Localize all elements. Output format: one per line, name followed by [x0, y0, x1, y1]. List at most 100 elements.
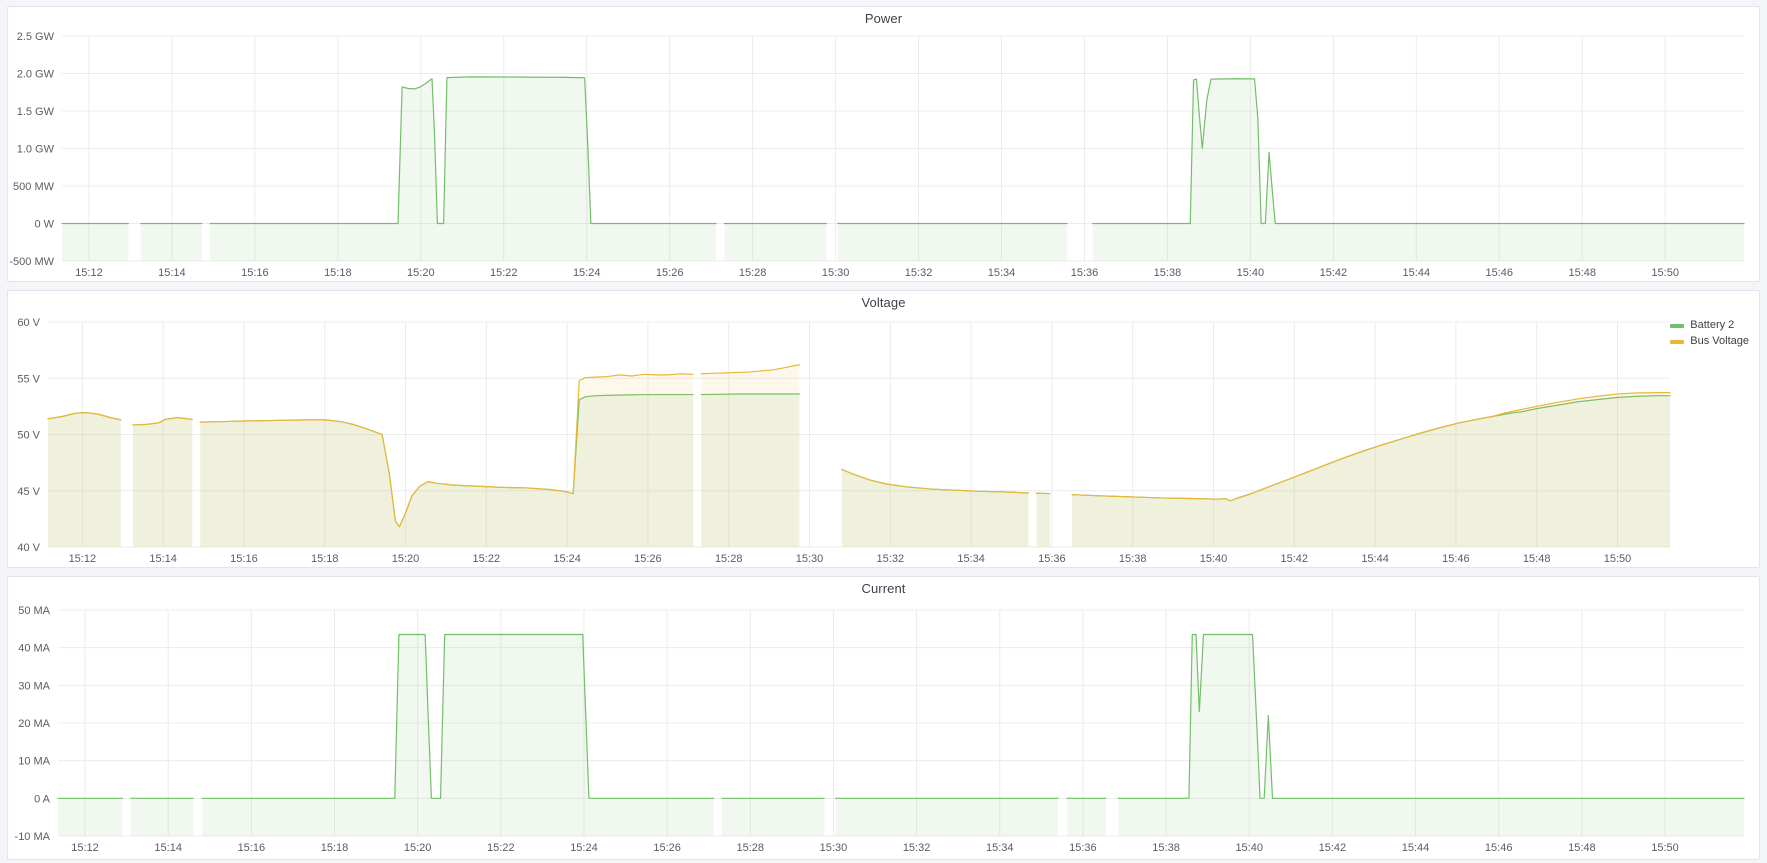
- x-tick-label: 15:38: [1119, 553, 1147, 565]
- y-tick-label: 0 A: [34, 793, 51, 805]
- x-tick-label: 15:46: [1485, 842, 1513, 854]
- y-tick-label: -10 MA: [15, 831, 51, 843]
- x-tick-label: 15:48: [1568, 267, 1596, 279]
- x-tick-label: 15:22: [473, 553, 501, 565]
- series-area-bus-voltage: [133, 418, 192, 547]
- y-tick-label: 10 MA: [18, 756, 50, 768]
- series-area-bus-voltage: [200, 374, 693, 547]
- y-tick-label: 2.5 GW: [17, 31, 55, 43]
- x-tick-label: 15:48: [1568, 842, 1596, 854]
- x-tick-label: 15:50: [1651, 267, 1679, 279]
- x-tick-label: 15:14: [158, 267, 186, 279]
- x-tick-label: 15:32: [877, 553, 905, 565]
- series-area-bus-voltage: [842, 469, 1029, 547]
- x-tick-label: 15:36: [1069, 842, 1097, 854]
- y-tick-label: 2.0 GW: [17, 69, 55, 81]
- series-area-bus-voltage: [701, 365, 799, 547]
- legend-swatch: [1670, 324, 1684, 328]
- current-chart[interactable]: 50 MA40 MA30 MA20 MA10 MA0 A-10 MA15:121…: [8, 599, 1759, 861]
- y-tick-label: 50 V: [17, 430, 40, 442]
- y-tick-label: 1.5 GW: [17, 106, 55, 118]
- series-area-power: [210, 77, 716, 261]
- y-tick-label: 40 MA: [18, 643, 50, 655]
- series-area-current: [1067, 798, 1106, 836]
- x-tick-label: 15:24: [570, 842, 598, 854]
- x-tick-label: 15:16: [230, 553, 258, 565]
- y-tick-label: 50 MA: [18, 605, 50, 617]
- x-tick-label: 15:32: [905, 267, 933, 279]
- power-chart[interactable]: 2.5 GW 2.0 GW 1.5 GW 1.0 GW 500 MW 0 W -500 MW…: [8, 29, 1759, 283]
- y-tick-label: 60 V: [17, 317, 40, 329]
- x-tick-label: 15:40: [1237, 267, 1265, 279]
- x-tick-label: 15:18: [311, 553, 339, 565]
- panel-voltage: Voltage 60 V55 V50 V45 V40 V15:1215:1415…: [7, 290, 1760, 568]
- x-tick-label: 15:12: [69, 553, 97, 565]
- power-plot[interactable]: 2.5 GW 2.0 GW 1.5 GW 1.0 GW 500 MW 0 W -500 MW…: [8, 29, 1759, 283]
- x-tick-label: 15:16: [241, 267, 269, 279]
- x-tick-label: 15:20: [407, 267, 435, 279]
- x-tick-label: 15:44: [1402, 842, 1430, 854]
- series-area-current: [202, 634, 713, 836]
- x-tick-label: 15:28: [715, 553, 743, 565]
- x-tick-label: 15:36: [1071, 267, 1099, 279]
- x-tick-label: 15:20: [392, 553, 420, 565]
- legend-swatch: [1670, 340, 1684, 344]
- x-tick-label: 15:30: [822, 267, 850, 279]
- series-area-current: [722, 798, 824, 836]
- y-tick-label: 1.0 GW: [17, 144, 55, 156]
- y-tick-label: 500 MW: [13, 181, 55, 193]
- x-tick-label: 15:28: [739, 267, 767, 279]
- series-area-power: [1093, 79, 1744, 261]
- x-tick-label: 15:20: [404, 842, 432, 854]
- series-area-current: [836, 798, 1058, 836]
- x-tick-label: 15:34: [957, 553, 985, 565]
- panel-current: Current 50 MA40 MA30 MA20 MA10 MA0 A-10 …: [7, 576, 1760, 860]
- y-tick-label: -500 MW: [9, 256, 54, 268]
- x-tick-label: 15:44: [1403, 267, 1431, 279]
- x-tick-label: 15:26: [634, 553, 662, 565]
- voltage-chart[interactable]: 60 V55 V50 V45 V40 V15:1215:1415:1615:18…: [8, 313, 1759, 569]
- x-tick-label: 15:12: [75, 267, 103, 279]
- x-tick-label: 15:50: [1604, 553, 1632, 565]
- series-area-bus-voltage: [1037, 493, 1050, 547]
- legend-label: Battery 2: [1690, 319, 1734, 332]
- legend-label: Bus Voltage: [1690, 335, 1749, 348]
- y-tick-label: 55 V: [17, 373, 40, 385]
- series-line-power: [1093, 79, 1744, 224]
- x-tick-label: 15:50: [1651, 842, 1679, 854]
- panel-title-voltage[interactable]: Voltage: [8, 291, 1759, 313]
- panel-title-power[interactable]: Power: [8, 7, 1759, 29]
- x-tick-label: 15:36: [1038, 553, 1066, 565]
- series-area-current: [131, 798, 193, 836]
- x-tick-label: 15:42: [1319, 842, 1347, 854]
- x-tick-label: 15:38: [1152, 842, 1180, 854]
- x-tick-label: 15:24: [553, 553, 581, 565]
- x-tick-label: 15:42: [1281, 553, 1309, 565]
- current-plot[interactable]: 50 MA40 MA30 MA20 MA10 MA0 A-10 MA15:121…: [8, 599, 1759, 861]
- x-tick-label: 15:12: [71, 842, 99, 854]
- series-area-power: [838, 224, 1067, 262]
- series-area-current: [1118, 634, 1744, 836]
- panel-power: Power 2.5 GW 2.0 GW 1.5 GW 1.0 GW 500 MW 0 W -…: [7, 6, 1760, 282]
- series-area-bus-voltage: [1072, 393, 1670, 547]
- y-tick-label: 20 MA: [18, 718, 50, 730]
- x-tick-label: 15:28: [737, 842, 765, 854]
- voltage-plot[interactable]: 60 V55 V50 V45 V40 V15:1215:1415:1615:18…: [8, 313, 1759, 569]
- x-tick-label: 15:40: [1235, 842, 1263, 854]
- series-area-power: [724, 224, 826, 262]
- series-area-power: [141, 224, 202, 262]
- legend-item-battery-2[interactable]: Battery 2: [1670, 319, 1749, 332]
- x-tick-label: 15:46: [1442, 553, 1470, 565]
- x-tick-label: 15:22: [490, 267, 518, 279]
- series-area-bus-voltage: [48, 413, 121, 547]
- x-tick-label: 15:30: [820, 842, 848, 854]
- legend-item-bus-voltage[interactable]: Bus Voltage: [1670, 335, 1749, 348]
- x-tick-label: 15:18: [321, 842, 349, 854]
- panel-title-current[interactable]: Current: [8, 577, 1759, 599]
- x-tick-label: 15:26: [653, 842, 681, 854]
- x-tick-label: 15:48: [1523, 553, 1551, 565]
- y-tick-label: 0 W: [34, 219, 54, 231]
- series-area-current: [58, 798, 122, 836]
- x-tick-label: 15:24: [573, 267, 601, 279]
- x-tick-label: 15:14: [149, 553, 177, 565]
